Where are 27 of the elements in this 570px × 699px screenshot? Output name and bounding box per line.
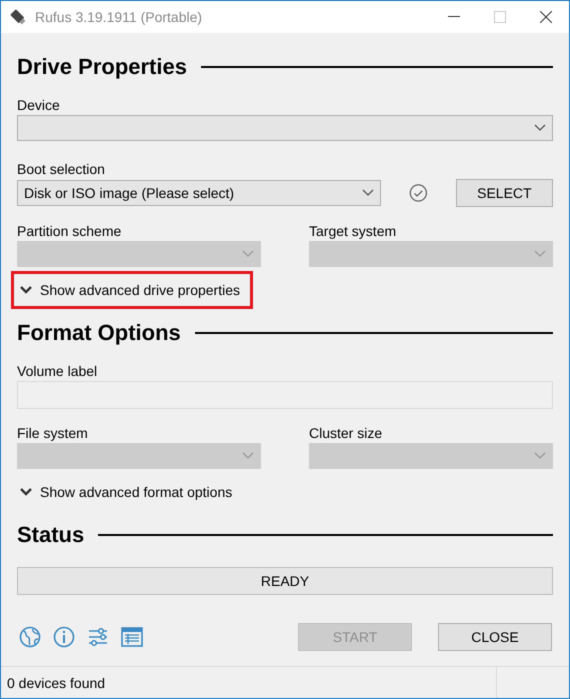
usb-drive-icon <box>9 8 27 26</box>
status-text: READY <box>260 573 310 589</box>
window-title: Rufus 3.19.1911 (Portable) <box>35 9 204 25</box>
log-table-icon[interactable] <box>121 627 143 647</box>
section-heading: Format Options <box>17 320 181 346</box>
field-label: Volume label <box>17 362 98 381</box>
section-heading: Status <box>17 522 84 548</box>
dropdown[interactable]: Disk or ISO image (Please select) <box>17 180 381 206</box>
dropdown[interactable] <box>17 115 553 141</box>
info-icon[interactable] <box>53 626 75 648</box>
close-icon[interactable] <box>540 11 552 23</box>
field-label: Cluster size <box>309 424 384 443</box>
field-label: Target system <box>309 222 398 241</box>
settings-sliders-icon[interactable] <box>87 626 109 648</box>
advanced-options-toggle[interactable]: Show advanced format options <box>11 473 246 511</box>
status-bar-text: 0 devices found <box>6 674 106 690</box>
section-heading: Drive Properties <box>17 54 187 80</box>
field-label: File system <box>17 424 89 443</box>
close-button[interactable]: CLOSE <box>438 623 552 651</box>
select-button[interactable]: SELECT <box>456 179 553 207</box>
minimize-icon[interactable] <box>448 16 460 18</box>
advanced-options-toggle[interactable]: Show advanced drive properties <box>11 271 254 309</box>
field-label: Boot selection <box>17 160 106 179</box>
check-circle-icon[interactable] <box>409 182 428 204</box>
field-label: Device <box>17 96 61 115</box>
globe-icon[interactable] <box>19 626 41 648</box>
field-label: Partition scheme <box>17 222 122 241</box>
